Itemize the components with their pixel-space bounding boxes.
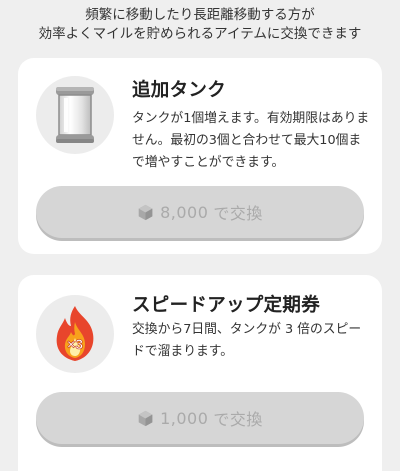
intro-line-1: 頻繁に移動したり長距離移動する方が	[85, 7, 315, 23]
exchange-page: 頻繁に移動したり長距離移動する方が 効率よくマイルを貯められるアイテムに交換でき…	[0, 0, 400, 471]
tank-icon-circle	[36, 76, 114, 154]
exchange-label: で交換	[213, 410, 263, 429]
item-description: タンクが1個増えます。有効期限はありません。最初の3個と合わせて最大10個まで増…	[132, 111, 370, 170]
item-description: 交換から7日間、タンクが 3 倍のスピードで溜まります。	[132, 322, 362, 359]
item-card-speedup-pass: ×3 スピードアップ定期券 交換から7日間、タンクが 3 倍のスピードで溜まりま…	[18, 275, 382, 471]
fire-x3-badge: ×3	[67, 336, 83, 352]
exchange-price: 1,000	[160, 408, 209, 428]
intro-text: 頻繁に移動したり長距離移動する方が 効率よくマイルを貯められるアイテムに交換でき…	[0, 6, 400, 44]
intro-line-2: 効率よくマイルを貯められるアイテムに交換できます	[38, 26, 362, 42]
exchange-button-extra-tank[interactable]: 8,000 で交換	[36, 186, 364, 238]
item-title: 追加タンク	[132, 80, 227, 101]
mile-gem-icon	[138, 204, 153, 220]
fire-icon-circle: ×3	[36, 295, 114, 373]
item-card-extra-tank: 追加タンク タンクが1個増えます。有効期限はありません。最初の3個と合わせて最大…	[18, 58, 382, 254]
mile-gem-icon	[138, 410, 153, 426]
exchange-button-speedup-pass[interactable]: 1,000 で交換	[36, 392, 364, 444]
tank-icon	[56, 87, 94, 143]
item-title: スピードアップ定期券	[132, 295, 321, 316]
exchange-label: で交換	[213, 204, 263, 223]
exchange-price: 8,000	[160, 202, 209, 222]
fire-x3-icon: ×3	[56, 306, 94, 361]
